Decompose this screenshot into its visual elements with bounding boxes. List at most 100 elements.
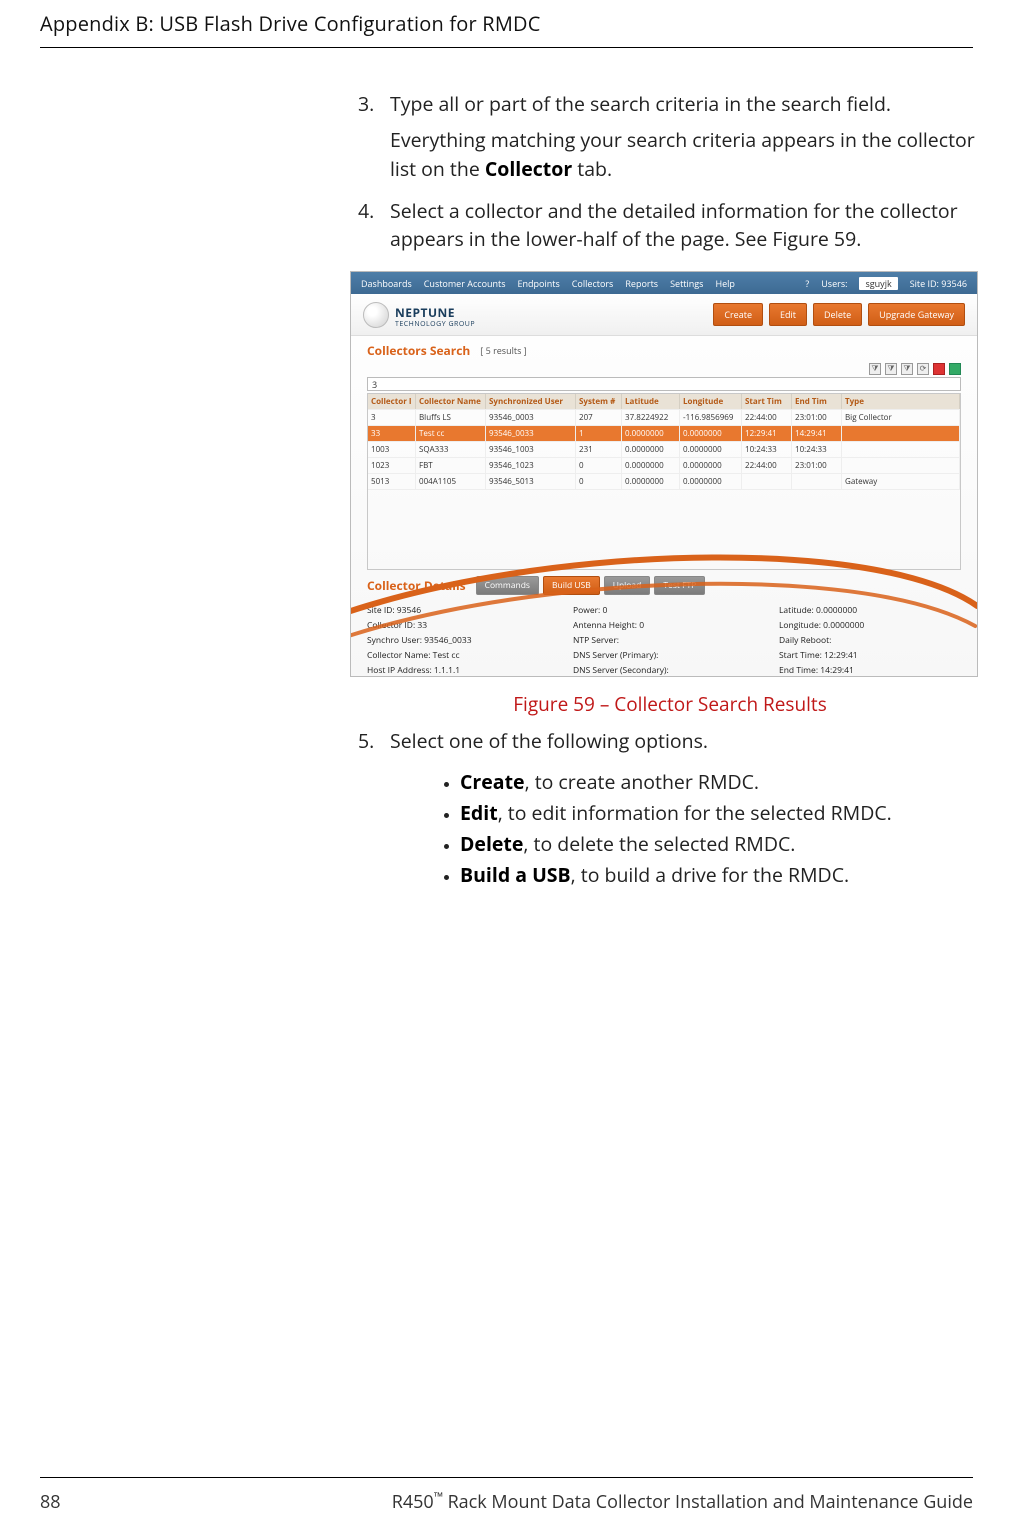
guide-title: R450™ Rack Mount Data Collector Installa… [392,1488,973,1514]
nav-user-label: Users: [821,277,847,290]
table-row[interactable]: 5013004A110593546_501300.00000000.000000… [368,473,960,489]
export-green-icon[interactable] [949,363,961,375]
table-cell: 14:29:41 [792,425,842,441]
create-button[interactable]: Create [713,303,763,326]
sort-desc-icon[interactable]: ⧩ [901,363,913,375]
edit-button[interactable]: Edit [769,303,807,326]
table-cell [842,457,960,473]
upgrade-gateway-button[interactable]: Upgrade Gateway [868,303,965,326]
table-cell [842,441,960,457]
page-header-title: Appendix B: USB Flash Drive Configuratio… [40,10,973,37]
option-edit-bold: Edit [460,799,498,826]
option-delete-bold: Delete [460,830,523,857]
col-collector-name[interactable]: Collector Name [416,394,486,409]
option-create-text: , to create another RMDC. [525,768,759,795]
filter-icon[interactable]: ⧩ [869,363,881,375]
nav-dashboards[interactable]: Dashboards [361,277,412,290]
col-latitude[interactable]: Latitude [622,394,680,409]
grid-toolbar: ⧩ ⧩ ⧩ ⟳ [351,361,977,377]
table-row[interactable]: 1003SQA33393546_10032310.00000000.000000… [368,441,960,457]
table-cell: SQA333 [416,441,486,457]
top-button-row: Create Edit Delete Upgrade Gateway [713,303,965,326]
col-type[interactable]: Type [842,394,960,409]
table-cell: 93546_1023 [486,457,576,473]
delete-button[interactable]: Delete [813,303,862,326]
option-build-usb-text: , to build a drive for the RMDC. [571,861,849,888]
detail-field: Antenna Height: 0 [573,620,755,631]
detail-field: DNS Server (Secondary): [573,665,755,676]
col-system[interactable]: System # [576,394,622,409]
col-longitude[interactable]: Longitude [680,394,742,409]
collectors-search-header: Collectors Search [ 5 results ] [351,336,977,361]
nav-help-icon[interactable]: ? [805,277,809,290]
table-cell: 37.8224922 [622,409,680,425]
step-3-bold-collector: Collector [485,155,572,182]
col-sync-user[interactable]: Synchronized User [486,394,576,409]
step-5: Select one of the following options. Cre… [350,727,990,890]
table-row[interactable]: 33Test cc93546_003310.00000000.000000012… [368,425,960,441]
table-cell: FBT [416,457,486,473]
detail-field: DNS Server (Primary): [573,650,755,661]
detail-field: Collector Name: Test cc [367,650,549,661]
page-footer: 88 R450™ Rack Mount Data Collector Insta… [40,1477,973,1514]
collectors-search-title: Collectors Search [367,342,470,359]
table-row[interactable]: 3Bluffs LS93546_000320737.8224922-116.98… [368,409,960,425]
nav-user-dropdown[interactable]: sguyjk [859,277,897,290]
table-cell [792,473,842,489]
table-cell: 12:29:41 [742,425,792,441]
nav-help[interactable]: Help [715,277,734,290]
step-5-options: Create, to create another RMDC. Edit , to… [460,766,990,891]
option-create: Create, to create another RMDC. [460,766,990,797]
table-cell: 0.0000000 [680,457,742,473]
sort-asc-icon[interactable]: ⧩ [885,363,897,375]
search-input[interactable]: 3 [367,377,961,391]
table-cell: 22:44:00 [742,409,792,425]
test-ftp-button[interactable]: Test FTP [654,576,705,595]
col-end-time[interactable]: End Tim [792,394,842,409]
detail-field: Power: 0 [573,605,755,616]
table-cell: 004A1105 [416,473,486,489]
table-row[interactable]: 1023FBT93546_102300.00000000.000000022:4… [368,457,960,473]
table-cell: 1003 [368,441,416,457]
detail-field: Collector ID: 33 [367,620,549,631]
nav-endpoints[interactable]: Endpoints [518,277,560,290]
export-red-icon[interactable] [933,363,945,375]
trademark-symbol: ™ [434,1488,443,1505]
table-cell: 23:01:00 [792,409,842,425]
upload-button[interactable]: Upload [604,576,651,595]
table-cell: 0.0000000 [680,425,742,441]
nav-site-id: Site ID: 93546 [910,277,967,290]
table-cell: 0.0000000 [622,441,680,457]
table-cell: 1023 [368,457,416,473]
table-cell: 22:44:00 [742,457,792,473]
collectors-grid: Collector I Collector Name Synchronized … [367,393,961,570]
guide-title-model: R450 [392,1490,434,1514]
step-5-text: Select one of the following options. [390,727,708,754]
commands-button[interactable]: Commands [476,576,539,595]
table-cell: 231 [576,441,622,457]
collector-details-columns: Site ID: 93546Power: 0Latitude: 0.000000… [367,605,961,677]
table-cell: 93546_0033 [486,425,576,441]
refresh-icon[interactable]: ⟳ [917,363,929,375]
step-4-text: Select a collector and the detailed info… [390,197,958,252]
neptune-logo-icon [363,302,389,328]
table-cell: 0.0000000 [622,425,680,441]
nav-reports[interactable]: Reports [625,277,658,290]
table-cell: 0.0000000 [680,441,742,457]
nav-settings[interactable]: Settings [670,277,703,290]
detail-field: Synchro User: 93546_0033 [367,635,549,646]
collector-details-block: Collector Details Commands Build USB Upl… [351,576,977,677]
table-cell: 10:24:33 [742,441,792,457]
neptune-logo-sub: TECHNOLOGY GROUP [395,320,475,329]
table-cell: 207 [576,409,622,425]
collector-details-title: Collector Details [367,577,466,594]
col-collector-id[interactable]: Collector I [368,394,416,409]
col-start-time[interactable]: Start Tim [742,394,792,409]
nav-customer-accounts[interactable]: Customer Accounts [424,277,506,290]
nav-collectors[interactable]: Collectors [572,277,614,290]
build-usb-button[interactable]: Build USB [543,576,600,595]
table-cell: 10:24:33 [792,441,842,457]
detail-field: Host IP Address: 1.1.1.1 [367,665,549,676]
option-delete-text: , to delete the selected RMDC. [523,830,795,857]
table-cell: 33 [368,425,416,441]
